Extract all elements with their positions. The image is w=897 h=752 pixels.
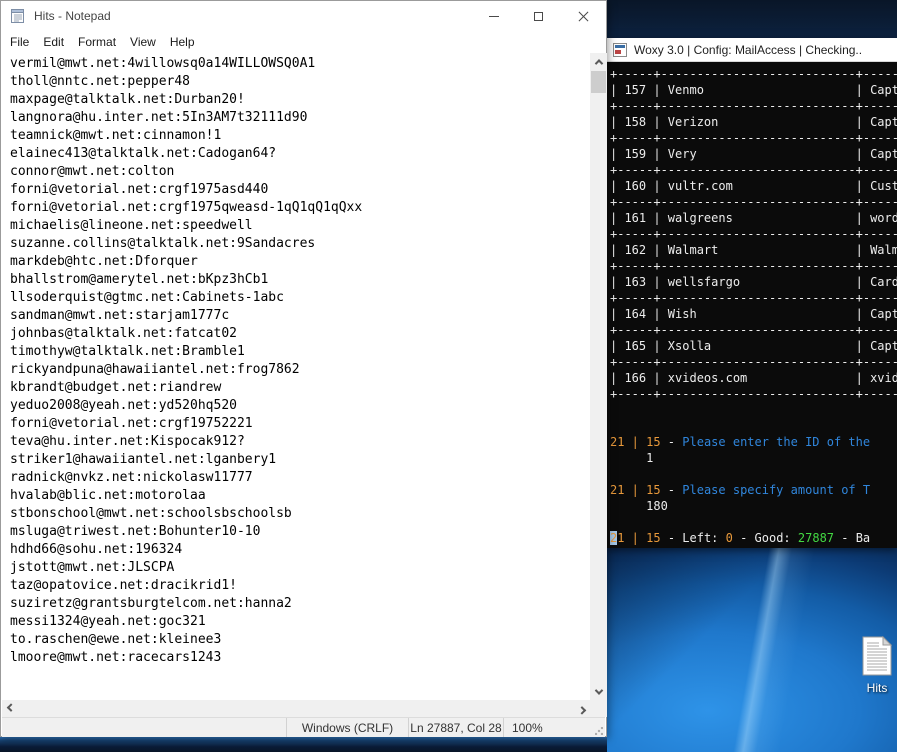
text-file-icon xyxy=(862,636,892,676)
desktop-icon-label: Hits xyxy=(866,681,888,695)
desktop: Hits Woxy 3.0 | Config: MailAccess | Che… xyxy=(0,0,897,752)
menu-file[interactable]: File xyxy=(3,32,36,52)
notepad-app-icon xyxy=(11,9,24,23)
chevron-down-icon xyxy=(594,685,603,695)
maximize-icon xyxy=(534,11,543,21)
notepad-statusbar: Windows (CRLF) Ln 27887, Col 28 100% xyxy=(2,717,605,737)
menu-format[interactable]: Format xyxy=(71,32,123,52)
scroll-right-button[interactable] xyxy=(573,700,590,717)
chevron-up-icon xyxy=(594,58,603,68)
scroll-left-button[interactable] xyxy=(2,700,19,717)
status-zoom-level: 100% xyxy=(503,718,605,737)
notepad-menubar: File Edit Format View Help xyxy=(1,31,606,53)
notepad-title: Hits - Notepad xyxy=(34,9,111,23)
scroll-up-button[interactable] xyxy=(590,53,607,70)
status-spacer xyxy=(2,718,286,737)
status-line-ending: Windows (CRLF) xyxy=(286,718,408,737)
close-button[interactable] xyxy=(561,1,606,31)
notepad-window: Hits - Notepad File Edit Format View Hel… xyxy=(0,0,607,737)
notepad-titlebar[interactable]: Hits - Notepad xyxy=(1,1,606,31)
maximize-button[interactable] xyxy=(516,1,561,31)
status-cursor-position: Ln 27887, Col 28 xyxy=(408,718,503,737)
console-title: Woxy 3.0 | Config: MailAccess | Checking… xyxy=(634,42,863,57)
scrollbar-corner xyxy=(590,700,607,717)
wallpaper-top-right xyxy=(606,0,897,40)
notepad-edit-area[interactable]: vermil@mwt.net:4willowsq0a14WILLOWSQ0A1 … xyxy=(2,53,590,700)
vertical-scrollbar[interactable] xyxy=(590,53,607,700)
console-titlebar[interactable]: Woxy 3.0 | Config: MailAccess | Checking… xyxy=(607,38,897,62)
close-icon xyxy=(578,11,589,22)
menu-edit[interactable]: Edit xyxy=(36,32,71,52)
scroll-down-button[interactable] xyxy=(590,683,607,700)
menu-view[interactable]: View xyxy=(123,32,163,52)
notepad-text: vermil@mwt.net:4willowsq0a14WILLOWSQ0A1 … xyxy=(10,56,363,665)
desktop-icon-hits[interactable]: Hits xyxy=(852,636,897,695)
horizontal-scrollbar[interactable] xyxy=(2,700,590,717)
chevron-left-icon xyxy=(6,702,15,712)
vertical-scroll-thumb[interactable] xyxy=(591,71,606,93)
chevron-right-icon xyxy=(577,705,586,715)
wallpaper-bottom-left xyxy=(0,737,607,752)
minimize-button[interactable] xyxy=(471,1,516,31)
minimize-icon xyxy=(488,15,499,17)
console-window: Woxy 3.0 | Config: MailAccess | Checking… xyxy=(606,38,897,548)
resize-grip[interactable] xyxy=(595,727,603,735)
console-output: +-----+---------------------------+-----… xyxy=(607,62,897,548)
console-app-icon xyxy=(613,42,627,57)
menu-help[interactable]: Help xyxy=(163,32,202,52)
